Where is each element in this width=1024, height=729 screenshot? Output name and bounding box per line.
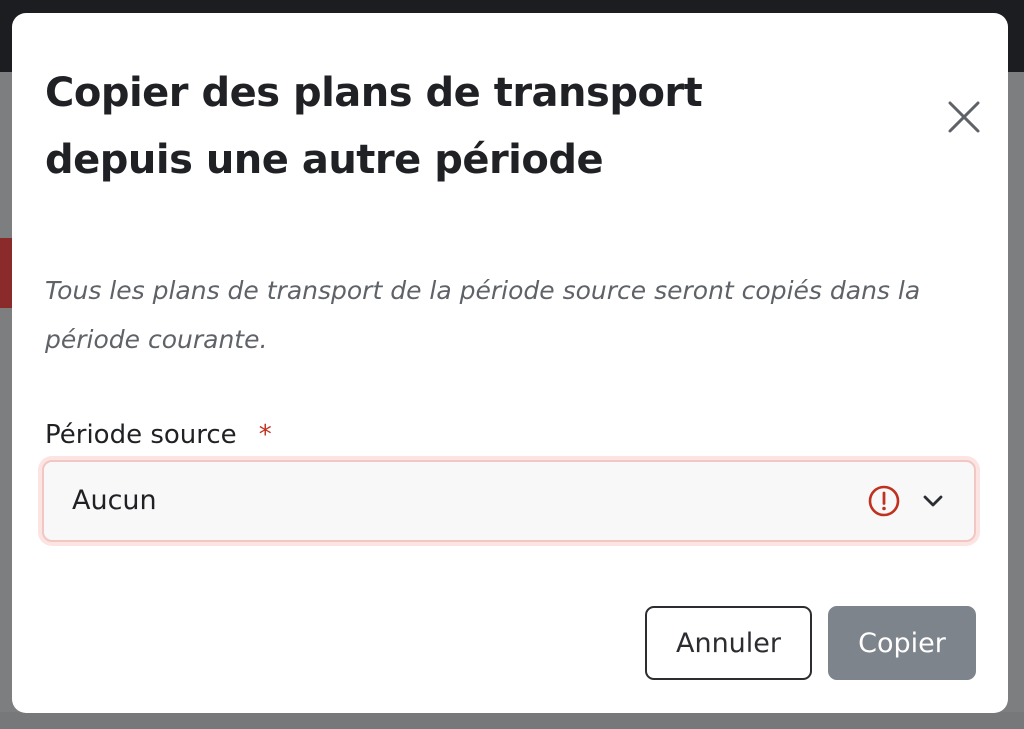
source-period-label-row: Période source * xyxy=(45,413,272,457)
source-period-select[interactable]: Aucun xyxy=(42,460,976,542)
chevron-down-icon xyxy=(923,495,943,507)
copy-transport-plans-dialog: Copier des plans de transport depuis une… xyxy=(12,13,1008,713)
close-icon xyxy=(948,101,980,133)
source-period-selected-value: Aucun xyxy=(72,485,157,516)
dialog-title: Copier des plans de transport depuis une… xyxy=(45,70,703,183)
error-icon xyxy=(868,485,900,517)
dialog-description: Tous les plans de transport de la périod… xyxy=(45,276,921,354)
copy-button[interactable]: Copier xyxy=(828,606,976,680)
app-footer-backdrop xyxy=(0,712,1024,729)
close-button[interactable] xyxy=(944,97,984,137)
cancel-button[interactable]: Annuler xyxy=(645,606,812,680)
source-period-label: Période source xyxy=(45,420,237,450)
required-asterisk: * xyxy=(258,420,272,450)
app-content-accent xyxy=(0,238,12,308)
